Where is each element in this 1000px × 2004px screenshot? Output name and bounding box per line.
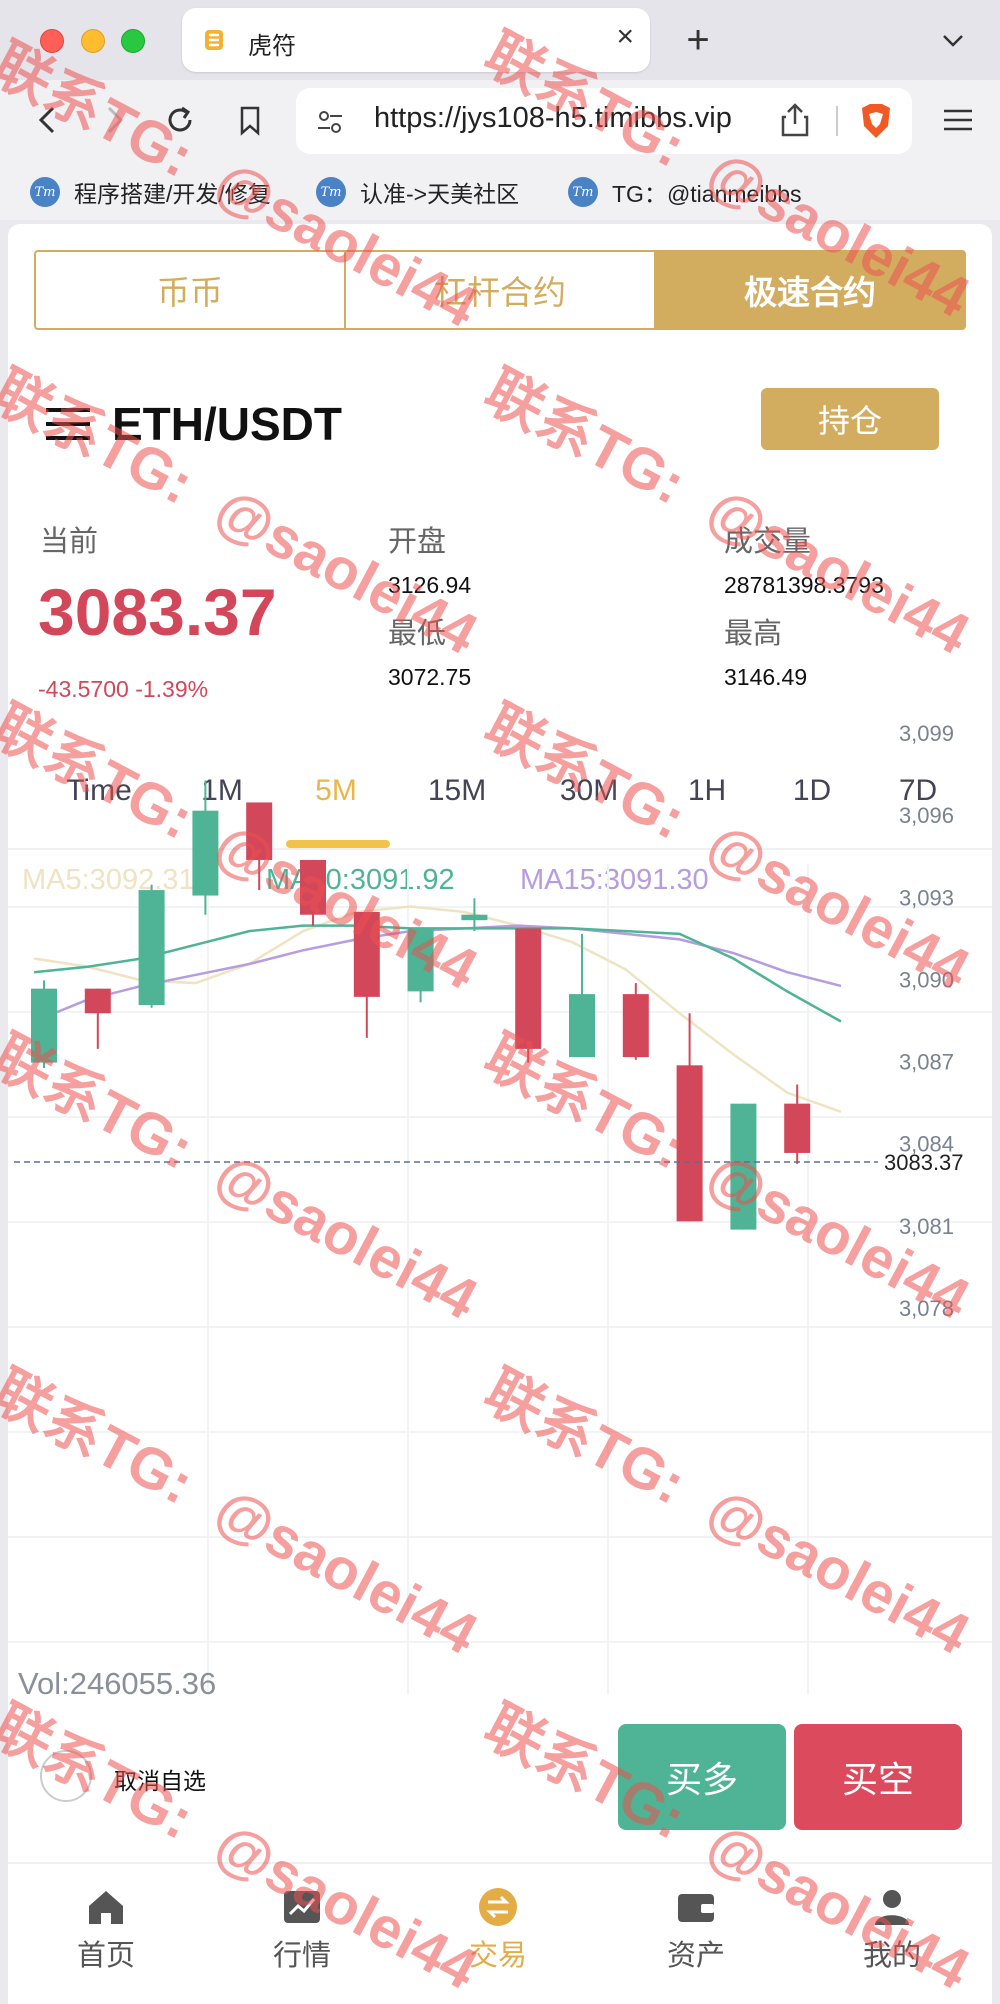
favorite-toggle[interactable] [40,1750,92,1802]
bookmark-item[interactable]: Tm 认准->天美社区 [316,172,519,212]
nav-market[interactable]: 行情 [242,1886,362,1974]
url-text[interactable]: https://jys108-h5.timibbs.vip [374,102,732,135]
browser-tab[interactable]: 虎符 × [182,8,650,72]
candle-body [784,1103,811,1153]
bottom-nav: 首页 行情 交易 资产 我的 [8,1862,992,2004]
current-price-label: 3083.37 [884,1150,964,1175]
share-icon[interactable] [780,102,810,138]
zoom-window-button[interactable] [121,29,145,53]
bookmark-label: TG：@tianmeibbs [612,181,802,207]
nav-home[interactable]: 首页 [46,1886,166,1974]
volume-label: Vol:246055.36 [18,1666,216,1701]
tm-favicon-icon: Tm [568,177,598,207]
trading-app: 币币 杠杆合约 极速合约 ETH/USDT 持仓 当前 3083.37 -43.… [8,224,992,2004]
candle-body [515,928,542,1049]
site-settings-icon[interactable] [316,108,344,136]
address-bar[interactable]: https://jys108-h5.timibbs.vip [296,88,912,154]
bookmark-icon[interactable] [230,100,270,140]
hamburger-menu-icon[interactable] [938,100,978,140]
candle-body [461,914,488,921]
tab-close-icon[interactable]: × [616,20,634,54]
chevron-down-icon[interactable] [938,26,968,56]
favorite-label[interactable]: 取消自选 [114,1762,206,1796]
address-bar-divider [836,106,838,136]
candle-body [84,988,111,1014]
sell-short-button[interactable]: 买空 [794,1724,962,1830]
candlestick-chart[interactable]: 3,0993,0963,0933,0903,0873,0843,0813,078… [8,224,992,1704]
reload-icon[interactable] [160,100,200,140]
tab-title: 虎符 [248,33,296,60]
nav-mine-label: 我的 [862,1940,921,1972]
minimize-window-button[interactable] [81,29,105,53]
y-tick-label: 3,090 [899,967,954,992]
wallet-icon [678,1894,714,1922]
bookmark-item[interactable]: Tm TG：@tianmeibbs [568,172,802,212]
buy-long-button[interactable]: 买多 [618,1724,786,1830]
trade-icon [479,1888,517,1926]
nav-trade[interactable]: 交易 [438,1886,558,1974]
candle-body [31,988,57,1063]
candle-body [569,994,595,1058]
user-icon [875,1890,909,1925]
y-tick-label: 3,093 [899,885,954,910]
y-tick-label: 3,078 [899,1296,954,1321]
y-tick-label: 3,099 [899,721,954,746]
candle-body [192,810,219,896]
bookmark-label: 认准->天美社区 [360,181,520,207]
candle-body [246,802,273,860]
candle-body [300,859,326,915]
nav-mine[interactable]: 我的 [832,1886,952,1974]
candle-body [676,1065,703,1222]
nav-assets-label: 资产 [666,1940,725,1972]
y-tick-label: 3,081 [899,1214,954,1239]
browser-tab-bar: 虎符 × + [0,0,1000,80]
back-icon[interactable] [28,100,68,140]
brave-shield-icon[interactable] [858,102,894,140]
candle-body [353,911,380,997]
home-icon [89,1891,123,1924]
bookmarks-bar: Tm 程序搭建/开发/修复 Tm 认准->天美社区 Tm TG：@tianmei… [0,164,1000,220]
y-tick-label: 3,087 [899,1050,954,1075]
hoo-favicon-icon [205,30,223,50]
new-tab-button[interactable]: + [678,14,718,66]
chart-icon [284,1891,320,1923]
bookmark-label: 程序搭建/开发/修复 [74,181,271,207]
forward-icon[interactable] [94,100,134,140]
nav-trade-label: 交易 [468,1940,527,1972]
candle-body [407,928,434,992]
nav-home-label: 首页 [76,1940,135,1972]
y-tick-label: 3,096 [899,803,954,828]
tm-favicon-icon: Tm [316,177,346,207]
close-window-button[interactable] [40,29,64,53]
browser-toolbar: https://jys108-h5.timibbs.vip [0,80,1000,164]
tm-favicon-icon: Tm [30,177,60,207]
nav-market-label: 行情 [272,1940,331,1972]
bookmark-item[interactable]: Tm 程序搭建/开发/修复 [30,172,271,212]
candle-body [730,1103,757,1230]
nav-assets[interactable]: 资产 [636,1886,756,1974]
candle-body [622,994,649,1058]
candle-body [138,890,165,1006]
